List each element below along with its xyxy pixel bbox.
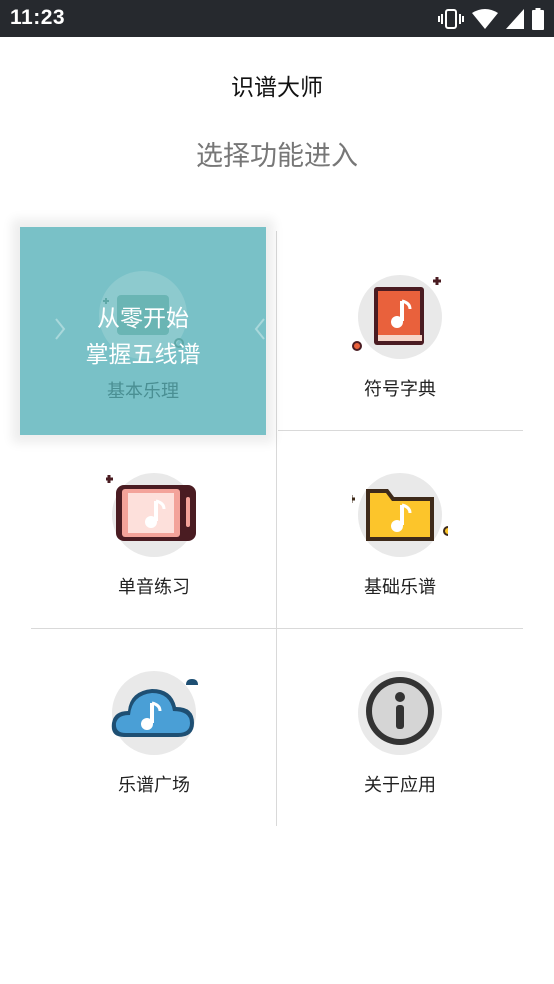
symbol-dictionary-label: 符号字典 <box>364 379 436 400</box>
music-phone-icon <box>106 473 196 557</box>
status-icons <box>438 8 544 30</box>
wifi-icon <box>472 9 498 29</box>
app-title: 识谱大师 <box>231 75 323 101</box>
status-time: 11:23 <box>10 6 66 29</box>
basic-sheet-music-label: 基础乐谱 <box>364 577 436 598</box>
music-book-icon <box>352 275 442 359</box>
menu-item-symbol-dictionary[interactable]: 符号字典 <box>277 231 523 427</box>
music-folder-icon <box>352 473 448 557</box>
status-bar: 11:23 <box>0 0 554 37</box>
music-cloud-icon <box>111 671 198 755</box>
card-headline-2: 掌握五线谱 <box>85 342 201 368</box>
vibrate-icon <box>438 9 464 29</box>
sheet-music-plaza-label: 乐谱广场 <box>118 775 190 796</box>
battery-icon <box>532 8 544 30</box>
menu-item-basic-sheet-music[interactable]: 基础乐谱 <box>277 429 523 625</box>
about-app-label: 关于应用 <box>364 775 436 796</box>
page-subtitle: 选择功能进入 <box>196 141 358 172</box>
basic-theory-label: 基本乐理 <box>107 381 179 402</box>
card-headline-1: 从零开始 <box>97 306 189 332</box>
menu-item-about-app[interactable]: 关于应用 <box>277 627 523 823</box>
menu-item-single-note-practice[interactable]: 单音练习 <box>31 429 277 625</box>
info-icon <box>358 671 442 755</box>
signal-icon <box>506 9 524 29</box>
basic-theory-card[interactable]: 基本乐理 从零开始 掌握五线谱 <box>20 227 266 435</box>
single-note-practice-label: 单音练习 <box>118 577 190 598</box>
menu-item-sheet-music-plaza[interactable]: 乐谱广场 <box>31 627 277 823</box>
